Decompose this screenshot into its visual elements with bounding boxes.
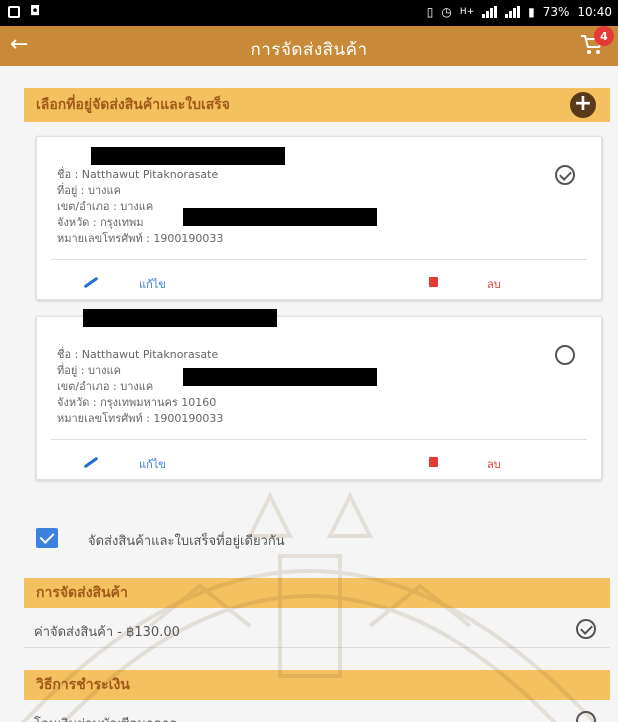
signal-icon [482, 6, 498, 18]
address-card-2[interactable]: ชื่อ : Natthawut Pitaknorasate ที่อยู่ :… [36, 309, 602, 480]
same-address-row[interactable]: จัดส่งสินค้าและใบเสร็จที่อยู่เดียวกัน [0, 516, 618, 562]
address-name: ชื่อ : Natthawut Pitaknorasate [57, 168, 219, 181]
shipping-option-label: ค่าจัดส่งสินค้า - ฿130.00 [34, 625, 180, 640]
main-content: เลือกที่อยู่จัดส่งสินค้าและใบเสร็จ + ชื่… [0, 66, 618, 722]
address-info: ชื่อ : Natthawut Pitaknorasate ที่อยู่ :… [57, 167, 223, 247]
redacted-block [83, 309, 277, 327]
pencil-icon[interactable] [83, 276, 99, 289]
address-section-header: เลือกที่อยู่จัดส่งสินค้าและใบเสร็จ + [24, 88, 610, 122]
address-phone: หมายเลขโทรศัพท์ : 1900190033 [57, 412, 224, 425]
select-address-2-icon[interactable] [555, 345, 575, 365]
trash-icon[interactable] [429, 277, 438, 287]
same-address-label: จัดส่งสินค้าและใบเสร็จที่อยู่เดียวกัน [88, 534, 285, 549]
app-bar: ← การจัดส่งสินค้า 4 [0, 26, 618, 66]
signal-icon-2 [505, 6, 521, 18]
divider [51, 259, 587, 260]
shipping-section-header: การจัดส่งสินค้า [24, 578, 610, 608]
delete-address-1-button[interactable]: ลบ [487, 275, 501, 293]
redacted-block [183, 208, 377, 226]
battery-level: 73% [542, 5, 570, 19]
address-province: จังหวัด : กรุงเทพมหานคร 10160 [57, 396, 217, 409]
payment-check-icon[interactable] [576, 711, 596, 722]
add-address-button[interactable]: + [570, 92, 596, 118]
shipping-section-title: การจัดส่งสินค้า [36, 585, 128, 601]
vibrate-icon: ▯ [426, 5, 434, 19]
divider [51, 439, 587, 440]
page-title: การจัดส่งสินค้า [250, 40, 368, 60]
cart-badge: 4 [594, 26, 614, 46]
clock: 10:40 [577, 5, 612, 19]
redacted-block [183, 368, 377, 386]
shipping-option[interactable]: ค่าจัดส่งสินค้า - ฿130.00 [24, 610, 610, 648]
address-info: ชื่อ : Natthawut Pitaknorasate ที่อยู่ :… [57, 347, 223, 427]
screen-icon [8, 5, 20, 18]
edit-address-2-button[interactable]: แก้ไข [139, 455, 166, 473]
select-address-1-icon[interactable] [555, 165, 575, 185]
pencil-icon[interactable] [83, 456, 99, 469]
same-address-checkbox[interactable] [36, 528, 58, 548]
cart-button[interactable]: 4 [580, 26, 614, 60]
address-name: ชื่อ : Natthawut Pitaknorasate [57, 348, 219, 361]
redacted-block [91, 147, 285, 165]
battery-icon: ▮ [528, 5, 535, 19]
payment-section-title: วิธีการชำระเงิน [36, 677, 130, 693]
address-card-1[interactable]: ชื่อ : Natthawut Pitaknorasate ที่อยู่ :… [36, 136, 602, 300]
status-bar: ◘ ▯ ◷ H+ ▮ 73% 10:40 [0, 0, 618, 26]
delete-address-2-button[interactable]: ลบ [487, 455, 501, 473]
trash-icon[interactable] [429, 457, 438, 467]
edit-address-1-button[interactable]: แก้ไข [139, 275, 166, 293]
payment-section-header: วิธีการชำระเงิน [24, 670, 610, 700]
payment-option[interactable]: โอนเงินผ่านบัญชีธนาคาร [24, 702, 610, 722]
address-phone: หมายเลขโทรศัพท์ : 1900190033 [57, 232, 224, 245]
address-line: ที่อยู่ : บางแค [57, 184, 121, 197]
shipping-check-icon[interactable] [576, 619, 596, 639]
notification-icon: ◘ [30, 4, 41, 19]
address-section-title: เลือกที่อยู่จัดส่งสินค้าและใบเสร็จ [36, 97, 231, 113]
alarm-icon: ◷ [441, 5, 452, 19]
payment-option-label: โอนเงินผ่านบัญชีธนาคาร [34, 713, 176, 722]
network-type: H+ [459, 7, 475, 17]
